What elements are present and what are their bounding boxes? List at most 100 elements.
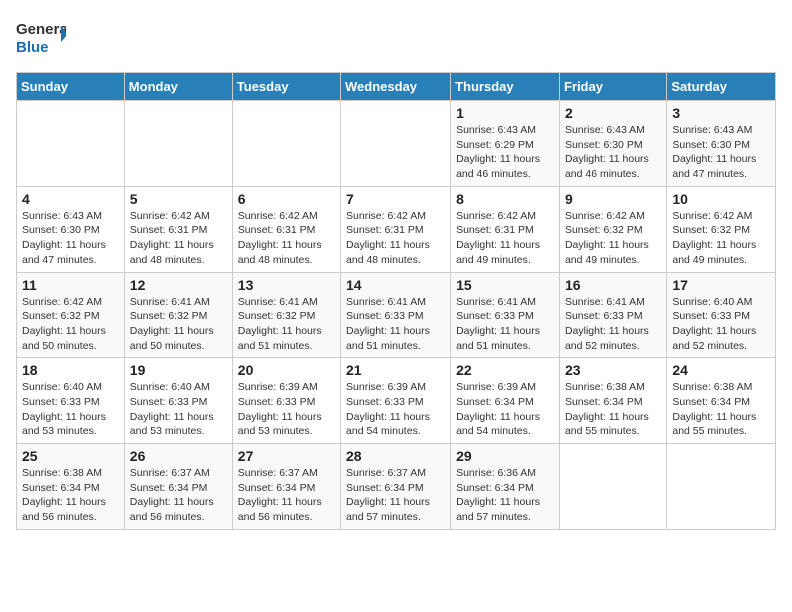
calendar-cell: 2 Sunrise: 6:43 AM Sunset: 6:30 PM Daylig… xyxy=(559,101,666,187)
day-number: 19 xyxy=(130,362,227,378)
calendar-cell: 10 Sunrise: 6:42 AM Sunset: 6:32 PM Dayli… xyxy=(667,186,776,272)
day-info: Sunrise: 6:41 AM Sunset: 6:32 PM Dayligh… xyxy=(238,295,335,354)
day-info: Sunrise: 6:43 AM Sunset: 6:30 PM Dayligh… xyxy=(565,123,661,182)
calendar-cell: 6 Sunrise: 6:42 AM Sunset: 6:31 PM Daylig… xyxy=(232,186,340,272)
day-info: Sunrise: 6:38 AM Sunset: 6:34 PM Dayligh… xyxy=(565,380,661,439)
calendar-week-row: 18 Sunrise: 6:40 AM Sunset: 6:33 PM Dayli… xyxy=(17,358,776,444)
day-number: 3 xyxy=(672,105,770,121)
calendar-week-row: 1Sunrise: 6:43 AM Sunset: 6:29 PM Daylig… xyxy=(17,101,776,187)
day-info: Sunrise: 6:42 AM Sunset: 6:31 PM Dayligh… xyxy=(238,209,335,268)
calendar-cell: 22 Sunrise: 6:39 AM Sunset: 6:34 PM Dayli… xyxy=(451,358,560,444)
calendar-cell: 24 Sunrise: 6:38 AM Sunset: 6:34 PM Dayli… xyxy=(667,358,776,444)
day-number: 6 xyxy=(238,191,335,207)
calendar-cell xyxy=(341,101,451,187)
day-number: 25 xyxy=(22,448,119,464)
day-info: Sunrise: 6:40 AM Sunset: 6:33 PM Dayligh… xyxy=(672,295,770,354)
day-info: Sunrise: 6:41 AM Sunset: 6:33 PM Dayligh… xyxy=(346,295,445,354)
day-info: Sunrise: 6:42 AM Sunset: 6:31 PM Dayligh… xyxy=(346,209,445,268)
calendar-cell: 13 Sunrise: 6:41 AM Sunset: 6:32 PM Dayli… xyxy=(232,272,340,358)
day-number: 28 xyxy=(346,448,445,464)
day-info: Sunrise: 6:41 AM Sunset: 6:32 PM Dayligh… xyxy=(130,295,227,354)
day-number: 14 xyxy=(346,277,445,293)
calendar-cell: 3 Sunrise: 6:43 AM Sunset: 6:30 PM Daylig… xyxy=(667,101,776,187)
weekday-header-saturday: Saturday xyxy=(667,73,776,101)
calendar-cell: 7 Sunrise: 6:42 AM Sunset: 6:31 PM Daylig… xyxy=(341,186,451,272)
day-number: 8 xyxy=(456,191,554,207)
day-info: Sunrise: 6:39 AM Sunset: 6:33 PM Dayligh… xyxy=(346,380,445,439)
day-number: 2 xyxy=(565,105,661,121)
day-number: 5 xyxy=(130,191,227,207)
logo-svg: General Blue xyxy=(16,16,66,60)
calendar-cell xyxy=(17,101,125,187)
weekday-header-thursday: Thursday xyxy=(451,73,560,101)
weekday-header-friday: Friday xyxy=(559,73,666,101)
day-number: 13 xyxy=(238,277,335,293)
weekday-header-monday: Monday xyxy=(124,73,232,101)
calendar-cell: 29Sunrise: 6:36 AM Sunset: 6:34 PM Dayli… xyxy=(451,444,560,530)
day-info: Sunrise: 6:39 AM Sunset: 6:34 PM Dayligh… xyxy=(456,380,554,439)
svg-text:General: General xyxy=(16,21,66,38)
calendar-cell: 27 Sunrise: 6:37 AM Sunset: 6:34 PM Dayli… xyxy=(232,444,340,530)
calendar-cell: 14 Sunrise: 6:41 AM Sunset: 6:33 PM Dayli… xyxy=(341,272,451,358)
calendar-cell: 12 Sunrise: 6:41 AM Sunset: 6:32 PM Dayli… xyxy=(124,272,232,358)
day-number: 27 xyxy=(238,448,335,464)
day-number: 10 xyxy=(672,191,770,207)
calendar-cell: 21 Sunrise: 6:39 AM Sunset: 6:33 PM Dayli… xyxy=(341,358,451,444)
day-info: Sunrise: 6:41 AM Sunset: 6:33 PM Dayligh… xyxy=(565,295,661,354)
calendar-cell: 17 Sunrise: 6:40 AM Sunset: 6:33 PM Dayli… xyxy=(667,272,776,358)
day-info: Sunrise: 6:43 AM Sunset: 6:29 PM Dayligh… xyxy=(456,123,554,182)
day-info: Sunrise: 6:42 AM Sunset: 6:31 PM Dayligh… xyxy=(130,209,227,268)
day-info: Sunrise: 6:40 AM Sunset: 6:33 PM Dayligh… xyxy=(130,380,227,439)
calendar-week-row: 25Sunrise: 6:38 AM Sunset: 6:34 PM Dayli… xyxy=(17,444,776,530)
day-number: 4 xyxy=(22,191,119,207)
page-header: General Blue xyxy=(16,16,776,60)
day-number: 11 xyxy=(22,277,119,293)
calendar-cell: 20 Sunrise: 6:39 AM Sunset: 6:33 PM Dayli… xyxy=(232,358,340,444)
calendar-cell: 4Sunrise: 6:43 AM Sunset: 6:30 PM Daylig… xyxy=(17,186,125,272)
calendar-cell: 19 Sunrise: 6:40 AM Sunset: 6:33 PM Dayli… xyxy=(124,358,232,444)
calendar-cell: 25Sunrise: 6:38 AM Sunset: 6:34 PM Dayli… xyxy=(17,444,125,530)
calendar-cell: 16Sunrise: 6:41 AM Sunset: 6:33 PM Dayli… xyxy=(559,272,666,358)
calendar-cell xyxy=(667,444,776,530)
calendar-cell xyxy=(124,101,232,187)
calendar-cell xyxy=(232,101,340,187)
day-number: 23 xyxy=(565,362,661,378)
calendar-week-row: 11 Sunrise: 6:42 AM Sunset: 6:32 PM Dayli… xyxy=(17,272,776,358)
day-info: Sunrise: 6:42 AM Sunset: 6:32 PM Dayligh… xyxy=(672,209,770,268)
day-number: 7 xyxy=(346,191,445,207)
day-number: 12 xyxy=(130,277,227,293)
weekday-header-tuesday: Tuesday xyxy=(232,73,340,101)
calendar-cell: 8Sunrise: 6:42 AM Sunset: 6:31 PM Daylig… xyxy=(451,186,560,272)
day-info: Sunrise: 6:37 AM Sunset: 6:34 PM Dayligh… xyxy=(130,466,227,525)
day-info: Sunrise: 6:40 AM Sunset: 6:33 PM Dayligh… xyxy=(22,380,119,439)
day-info: Sunrise: 6:37 AM Sunset: 6:34 PM Dayligh… xyxy=(346,466,445,525)
day-info: Sunrise: 6:42 AM Sunset: 6:32 PM Dayligh… xyxy=(565,209,661,268)
day-info: Sunrise: 6:42 AM Sunset: 6:32 PM Dayligh… xyxy=(22,295,119,354)
calendar-cell: 15Sunrise: 6:41 AM Sunset: 6:33 PM Dayli… xyxy=(451,272,560,358)
calendar-cell: 26Sunrise: 6:37 AM Sunset: 6:34 PM Dayli… xyxy=(124,444,232,530)
day-number: 24 xyxy=(672,362,770,378)
day-number: 17 xyxy=(672,277,770,293)
calendar-cell: 9Sunrise: 6:42 AM Sunset: 6:32 PM Daylig… xyxy=(559,186,666,272)
day-info: Sunrise: 6:43 AM Sunset: 6:30 PM Dayligh… xyxy=(672,123,770,182)
day-number: 18 xyxy=(22,362,119,378)
day-info: Sunrise: 6:41 AM Sunset: 6:33 PM Dayligh… xyxy=(456,295,554,354)
day-info: Sunrise: 6:37 AM Sunset: 6:34 PM Dayligh… xyxy=(238,466,335,525)
day-info: Sunrise: 6:39 AM Sunset: 6:33 PM Dayligh… xyxy=(238,380,335,439)
logo: General Blue xyxy=(16,16,66,60)
calendar-cell: 23 Sunrise: 6:38 AM Sunset: 6:34 PM Dayli… xyxy=(559,358,666,444)
day-number: 21 xyxy=(346,362,445,378)
calendar-cell: 28 Sunrise: 6:37 AM Sunset: 6:34 PM Dayli… xyxy=(341,444,451,530)
calendar-cell: 18 Sunrise: 6:40 AM Sunset: 6:33 PM Dayli… xyxy=(17,358,125,444)
day-number: 20 xyxy=(238,362,335,378)
calendar-table: SundayMondayTuesdayWednesdayThursdayFrid… xyxy=(16,72,776,530)
weekday-header-sunday: Sunday xyxy=(17,73,125,101)
calendar-cell xyxy=(559,444,666,530)
day-info: Sunrise: 6:38 AM Sunset: 6:34 PM Dayligh… xyxy=(672,380,770,439)
calendar-cell: 5 Sunrise: 6:42 AM Sunset: 6:31 PM Daylig… xyxy=(124,186,232,272)
calendar-week-row: 4Sunrise: 6:43 AM Sunset: 6:30 PM Daylig… xyxy=(17,186,776,272)
day-number: 22 xyxy=(456,362,554,378)
day-info: Sunrise: 6:36 AM Sunset: 6:34 PM Dayligh… xyxy=(456,466,554,525)
weekday-header-row: SundayMondayTuesdayWednesdayThursdayFrid… xyxy=(17,73,776,101)
svg-text:Blue: Blue xyxy=(16,39,49,56)
